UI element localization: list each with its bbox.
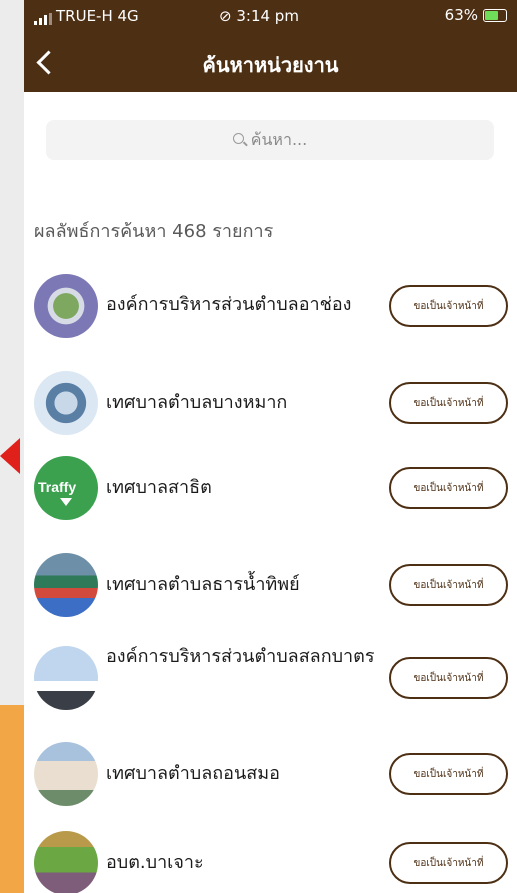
organization-name: เทศบาลตำบลถอนสมอ [106, 763, 280, 784]
signal-icon [34, 13, 52, 25]
organization-name: องค์การบริหารส่วนตำบลอาช่อง [106, 294, 352, 315]
link-icon: ⊘ [219, 7, 237, 25]
request-staff-button[interactable]: ขอเป็นเจ้าหน้าที่ [389, 657, 508, 699]
organization-photo [34, 646, 98, 710]
request-staff-button[interactable]: ขอเป็นเจ้าหน้าที่ [389, 564, 508, 606]
organization-photo [34, 553, 98, 617]
list-item[interactable]: องค์การบริหารส่วนตำบลสลกบาตร ขอเป็นเจ้าห… [24, 638, 517, 718]
carrier-info: TRUE-H 4G [34, 7, 139, 25]
battery-percent: 63% [444, 6, 478, 24]
request-staff-button[interactable]: ขอเป็นเจ้าหน้าที่ [389, 753, 508, 795]
pointer-arrow-icon [0, 438, 20, 474]
battery-status: 63% [445, 6, 507, 24]
organization-logo [34, 831, 98, 893]
search-input[interactable]: ค้นหา... [46, 120, 494, 160]
request-staff-button[interactable]: ขอเป็นเจ้าหน้าที่ [389, 842, 508, 884]
battery-icon [483, 8, 507, 22]
list-item[interactable]: อบต.บาเจาะ ขอเป็นเจ้าหน้าที่ [24, 823, 517, 893]
request-staff-button[interactable]: ขอเป็นเจ้าหน้าที่ [389, 285, 508, 327]
navigation-bar: ค้นหาหน่วยงาน [24, 32, 517, 92]
result-count: ผลลัพธ์การค้นหา 468 รายการ [34, 221, 274, 242]
carrier-label: TRUE-H 4G [56, 7, 139, 25]
list-item[interactable]: เทศบาลตำบลธารน้ำทิพย์ ขอเป็นเจ้าหน้าที่ [24, 545, 517, 625]
organization-name: เทศบาลสาธิต [106, 477, 212, 498]
search-placeholder: ค้นหา... [250, 129, 308, 149]
list-item[interactable]: เทศบาลตำบลบางหมาก ขอเป็นเจ้าหน้าที่ [24, 363, 517, 443]
organization-logo [34, 371, 98, 435]
list-item[interactable]: องค์การบริหารส่วนตำบลอาช่อง ขอเป็นเจ้าหน… [24, 266, 517, 346]
organization-name: เทศบาลตำบลธารน้ำทิพย์ [106, 574, 300, 595]
phone-screen: TRUE-H 4G ⊘ 3:14 pm 63% ค้นหาหน่วยงาน ค้… [24, 0, 517, 893]
time-label: 3:14 pm [236, 7, 299, 25]
organization-photo [34, 742, 98, 806]
organization-name: เทศบาลตำบลบางหมาก [106, 392, 288, 413]
organization-name: องค์การบริหารส่วนตำบลสลกบาตร [106, 646, 375, 667]
list-item[interactable]: เทศบาลตำบลถอนสมอ ขอเป็นเจ้าหน้าที่ [24, 734, 517, 814]
page-title: ค้นหาหน่วยงาน [202, 53, 339, 77]
organization-logo [34, 274, 98, 338]
list-item[interactable]: Traffy เทศบาลสาธิต ขอเป็นเจ้าหน้าที่ [24, 448, 517, 528]
organization-logo: Traffy [34, 456, 98, 520]
request-staff-button[interactable]: ขอเป็นเจ้าหน้าที่ [389, 382, 508, 424]
search-icon [232, 133, 247, 147]
clock: ⊘ 3:14 pm [219, 7, 299, 25]
request-staff-button[interactable]: ขอเป็นเจ้าหน้าที่ [389, 467, 508, 509]
organization-name: อบต.บาเจาะ [106, 852, 204, 873]
download-arrow-icon [60, 498, 72, 506]
status-bar: TRUE-H 4G ⊘ 3:14 pm 63% [24, 0, 517, 32]
traffy-logo-text: Traffy [38, 479, 77, 495]
decorative-orange-strip [0, 705, 24, 893]
